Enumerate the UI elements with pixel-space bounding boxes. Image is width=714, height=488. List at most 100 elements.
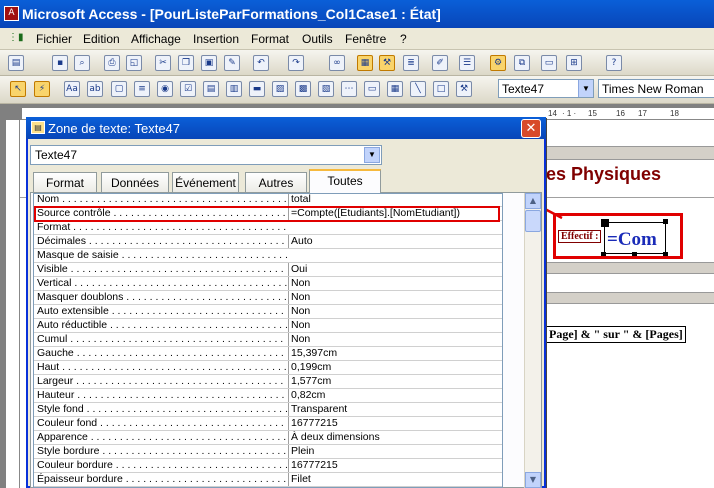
app-icon[interactable]: A [4, 6, 19, 21]
property-value[interactable]: Auto [288, 235, 502, 248]
control-combo[interactable]: Texte47 ▼ [498, 79, 594, 98]
property-row[interactable]: Hauteur . . . . . . . . . . . . . . . . … [34, 389, 502, 403]
toolbox-icon[interactable]: ⚒ [379, 55, 395, 71]
textbox-icon[interactable]: ab [87, 81, 103, 97]
tab-format[interactable]: Format [33, 172, 97, 192]
property-value[interactable]: Non [288, 277, 502, 290]
property-value[interactable]: 1,577cm [288, 375, 502, 388]
page-footer-bar[interactable] [540, 292, 714, 304]
hyperlink-icon[interactable]: ∞ [329, 55, 345, 71]
line-icon[interactable]: ╲ [410, 81, 426, 97]
property-row[interactable]: Masque de saisie . . . . . . . . . . . .… [34, 249, 502, 263]
redo-icon[interactable]: ↷ [288, 55, 304, 71]
menu-outils[interactable]: Outils [302, 32, 333, 46]
property-scrollbar[interactable]: ▲ ▼ [524, 193, 541, 488]
property-row[interactable]: Largeur . . . . . . . . . . . . . . . . … [34, 375, 502, 389]
tab-evenement[interactable]: Événement [172, 172, 239, 192]
print-icon[interactable]: ⎙ [104, 55, 120, 71]
property-row[interactable]: Épaisseur bordure . . . . . . . . . . . … [34, 473, 502, 487]
property-value[interactable]: Filet [288, 473, 502, 486]
option-group-icon[interactable]: ▢ [111, 81, 127, 97]
more-controls-icon[interactable]: ⚒ [456, 81, 472, 97]
unbound-frame-icon[interactable]: ▩ [295, 81, 311, 97]
menu-help[interactable]: ? [400, 32, 407, 46]
tab-donnees[interactable]: Données [101, 172, 169, 192]
format-painter-icon[interactable]: ✎ [224, 55, 240, 71]
property-value[interactable]: Non [288, 305, 502, 318]
property-row[interactable]: Gauche . . . . . . . . . . . . . . . . .… [34, 347, 502, 361]
property-value[interactable]: Non [288, 319, 502, 332]
subform-icon[interactable]: ▦ [387, 81, 403, 97]
tab-toutes[interactable]: Toutes [309, 169, 381, 193]
object-selector-combo[interactable]: Texte47 ▼ [30, 145, 382, 165]
property-value[interactable]: Oui [288, 263, 502, 276]
property-row[interactable]: Auto réductible . . . . . . . . . . . . … [34, 319, 502, 333]
checkbox-icon[interactable]: ☑ [180, 81, 196, 97]
paste-icon[interactable]: ▣ [201, 55, 217, 71]
property-row[interactable]: Nom . . . . . . . . . . . . . . . . . . … [34, 194, 502, 207]
property-value[interactable]: Transparent [288, 403, 502, 416]
menu-fenetre[interactable]: Fenêtre [345, 32, 386, 46]
close-icon[interactable]: ✕ [521, 119, 541, 138]
help-icon[interactable]: ? [606, 55, 622, 71]
menu-fichier[interactable]: Fichier [36, 32, 72, 46]
property-value[interactable]: 0,199cm [288, 361, 502, 374]
property-value[interactable]: 16777215 [288, 459, 502, 472]
property-value[interactable]: Plein [288, 445, 502, 458]
property-value[interactable]: 15,397cm [288, 347, 502, 360]
menu-format[interactable]: Format [251, 32, 289, 46]
undo-icon[interactable]: ↶ [253, 55, 269, 71]
new-object-icon[interactable]: ⊞ [566, 55, 582, 71]
property-value[interactable]: À deux dimensions [288, 431, 502, 444]
scroll-thumb[interactable] [525, 210, 541, 232]
list-box-icon[interactable]: ▥ [226, 81, 242, 97]
tab-control-icon[interactable]: ▭ [364, 81, 380, 97]
dropdown-arrow-icon[interactable]: ▼ [578, 80, 593, 97]
save-icon[interactable]: ▪ [52, 55, 68, 71]
section-footer-bar[interactable] [540, 262, 714, 274]
db-window-icon[interactable]: ▭ [541, 55, 557, 71]
bound-frame-icon[interactable]: ▧ [318, 81, 334, 97]
property-row[interactable]: Style bordure . . . . . . . . . . . . . … [34, 445, 502, 459]
field-list-icon[interactable]: ▦ [357, 55, 373, 71]
property-row[interactable]: Format . . . . . . . . . . . . . . . . .… [34, 221, 502, 235]
property-row[interactable]: Visible . . . . . . . . . . . . . . . . … [34, 263, 502, 277]
menu-insertion[interactable]: Insertion [193, 32, 239, 46]
option-button-icon[interactable]: ◉ [157, 81, 173, 97]
page-break-icon[interactable]: ⋯ [341, 81, 357, 97]
property-row[interactable]: Couleur bordure . . . . . . . . . . . . … [34, 459, 502, 473]
build-icon[interactable]: ⚙ [490, 55, 506, 71]
combo-box-icon[interactable]: ▤ [203, 81, 219, 97]
tab-autres[interactable]: Autres [245, 172, 307, 192]
sorting-icon[interactable]: ≣ [403, 55, 419, 71]
toggle-button-icon[interactable]: ≡ [134, 81, 150, 97]
dropdown-arrow-icon[interactable]: ▼ [364, 147, 380, 163]
control-wizards-icon[interactable]: ⚡ [34, 81, 50, 97]
property-row[interactable]: Vertical . . . . . . . . . . . . . . . .… [34, 277, 502, 291]
search-file-icon[interactable]: ⌕ [74, 55, 90, 71]
font-combo[interactable]: Times New Roman [598, 79, 714, 98]
page-number-textbox[interactable]: Page] & " sur " & [Pages] [546, 326, 686, 343]
property-value[interactable]: Non [288, 333, 502, 346]
property-row[interactable]: Apparence . . . . . . . . . . . . . . . … [34, 431, 502, 445]
menu-edition[interactable]: Edition [83, 32, 120, 46]
property-row[interactable]: Style fond . . . . . . . . . . . . . . .… [34, 403, 502, 417]
scroll-up-icon[interactable]: ▲ [525, 193, 541, 209]
menu-affichage[interactable]: Affichage [131, 32, 181, 46]
scroll-down-icon[interactable]: ▼ [525, 472, 541, 488]
property-row[interactable]: Auto extensible . . . . . . . . . . . . … [34, 305, 502, 319]
view-icon[interactable]: ▤ [8, 55, 24, 71]
dialog-title-bar[interactable]: Zone de texte: Texte47 [26, 117, 546, 139]
property-row[interactable]: Cumul . . . . . . . . . . . . . . . . . … [34, 333, 502, 347]
command-button-icon[interactable]: ▬ [249, 81, 265, 97]
property-value[interactable]: 16777215 [288, 417, 502, 430]
code-icon[interactable]: ✐ [432, 55, 448, 71]
properties-icon[interactable]: ☰ [459, 55, 475, 71]
property-value[interactable]: 0,82cm [288, 389, 502, 402]
property-value[interactable]: Non [288, 291, 502, 304]
property-row[interactable]: Décimales . . . . . . . . . . . . . . . … [34, 235, 502, 249]
property-row[interactable]: Haut . . . . . . . . . . . . . . . . . .… [34, 361, 502, 375]
copy-icon[interactable]: ❐ [178, 55, 194, 71]
window-icon[interactable]: ⧉ [514, 55, 530, 71]
rectangle-icon[interactable]: □ [433, 81, 449, 97]
